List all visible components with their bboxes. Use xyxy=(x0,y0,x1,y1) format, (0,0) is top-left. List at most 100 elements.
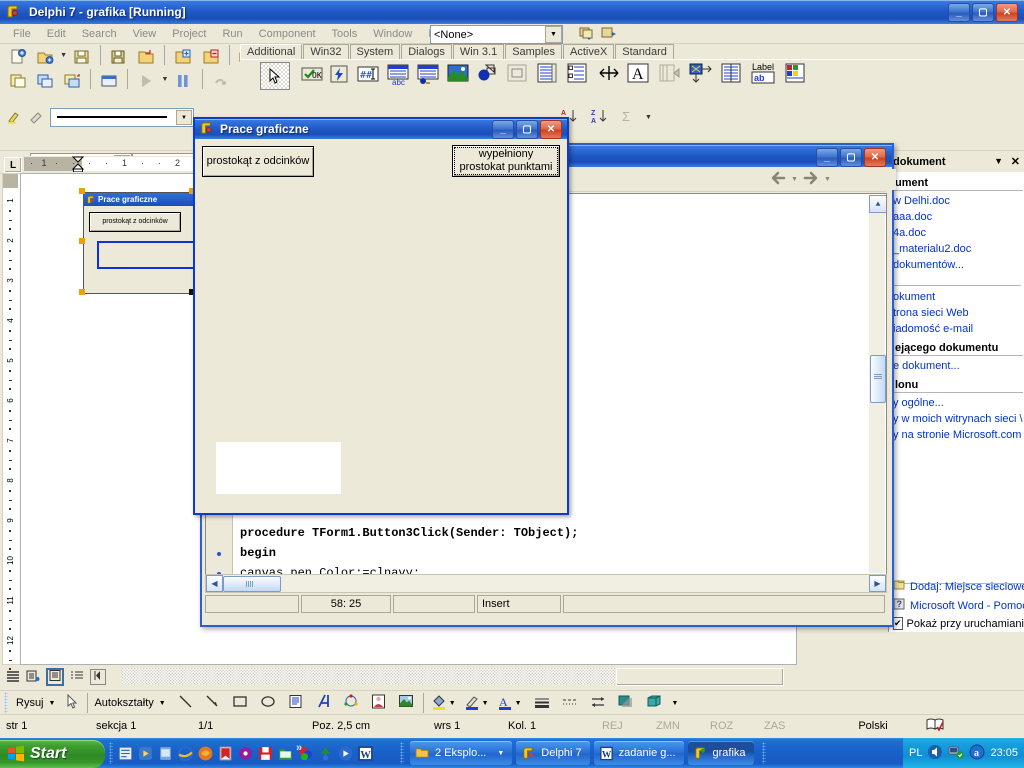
print-layout-view-icon[interactable] xyxy=(46,668,64,686)
shadow-style-icon[interactable] xyxy=(618,694,634,712)
back-arrow-icon[interactable] xyxy=(770,171,786,188)
template-item-link[interactable]: y na stronie Microsoft.com xyxy=(889,427,1024,443)
recent-document-link[interactable]: aaa.doc xyxy=(889,209,1024,225)
palette-tab-additional[interactable]: Additional xyxy=(240,44,303,59)
chevron-down-icon[interactable]: ▼ xyxy=(449,700,456,707)
chevron-down-icon[interactable]: ▼ xyxy=(824,176,831,183)
diagram-icon[interactable] xyxy=(343,694,359,712)
textbox-icon[interactable] xyxy=(288,694,303,712)
network-icon[interactable] xyxy=(948,744,965,763)
border-style-combo[interactable]: ▼ xyxy=(50,108,194,127)
palette-tab-standard[interactable]: Standard xyxy=(615,44,674,59)
menu-component[interactable]: Component xyxy=(251,26,324,42)
menu-tools[interactable]: Tools xyxy=(324,26,366,42)
menu-edit[interactable]: Edit xyxy=(39,26,74,42)
floppy-icon[interactable] xyxy=(257,745,274,762)
menu-view[interactable]: View xyxy=(125,26,165,42)
menu-search[interactable]: Search xyxy=(74,26,125,42)
status-zas[interactable]: ZAS xyxy=(758,720,826,732)
new-icon[interactable] xyxy=(6,45,30,68)
outlook-icon[interactable] xyxy=(157,745,174,762)
add-to-project-icon[interactable] xyxy=(171,45,195,68)
menu-run[interactable]: Run xyxy=(214,26,250,42)
speedbutton-icon[interactable] xyxy=(328,63,350,88)
select-objects-icon[interactable] xyxy=(66,693,79,712)
windows-media-icon[interactable] xyxy=(137,745,154,762)
chevron-down-icon[interactable]: ▼ xyxy=(791,176,798,183)
winamp-icon[interactable] xyxy=(317,745,334,762)
recent-document-link[interactable]: w Delhi.doc xyxy=(889,193,1024,209)
save-all-icon[interactable] xyxy=(107,45,131,68)
close-icon[interactable]: ✕ xyxy=(540,120,562,139)
taskbar-button[interactable]: Delphi 7 xyxy=(516,741,590,765)
chevron-down-icon[interactable]: ▼ xyxy=(545,26,562,43)
applicationevents-icon[interactable] xyxy=(688,62,714,87)
chevron-down-icon[interactable]: ▼ xyxy=(515,700,522,707)
maskedit-icon[interactable]: ## xyxy=(356,63,380,88)
menu-file[interactable]: File xyxy=(5,26,39,42)
trace-into-icon[interactable] xyxy=(209,69,233,92)
delphi-window-controls[interactable]: _ ▢ ✕ xyxy=(948,3,1020,22)
toggle-form-unit-icon[interactable] xyxy=(33,69,57,92)
chevron-down-icon[interactable]: ▼ xyxy=(994,156,1003,166)
view-unit-icon[interactable] xyxy=(60,69,84,92)
show-at-startup-checkbox[interactable]: ✔ xyxy=(893,617,903,630)
splitter-icon[interactable] xyxy=(598,64,620,85)
taskbar-button[interactable]: grafika xyxy=(687,741,754,765)
clock[interactable]: 23:05 xyxy=(990,747,1018,759)
template-item-link[interactable]: y ogólne... xyxy=(889,395,1024,411)
scrollbox-icon[interactable] xyxy=(536,62,558,87)
recent-document-link[interactable]: dokumentów... xyxy=(889,257,1024,273)
palette-tab-win-3-1[interactable]: Win 3.1 xyxy=(452,44,505,59)
word-icon[interactable]: W xyxy=(357,745,374,762)
pause-icon[interactable] xyxy=(171,69,195,92)
code-hscrollbar[interactable]: ◀ ▶ xyxy=(205,574,887,593)
taskbar-button[interactable]: Wzadanie g... xyxy=(593,741,684,765)
taskbar-button[interactable]: 2 Eksplo... ▼ xyxy=(410,741,513,765)
save-icon[interactable] xyxy=(70,45,94,68)
menu-window[interactable]: Window xyxy=(365,26,420,42)
show-desktop-icon[interactable] xyxy=(117,745,134,762)
labelededit-icon[interactable]: Label ab xyxy=(750,61,778,88)
rectangle-icon[interactable] xyxy=(232,694,248,712)
arrow-icon[interactable] xyxy=(205,694,220,712)
run-icon[interactable] xyxy=(134,69,158,92)
scroll-left-icon[interactable]: ◀ xyxy=(206,575,223,592)
outline-view-icon[interactable] xyxy=(70,670,84,685)
view-form-button[interactable] xyxy=(600,25,618,44)
language-indicator[interactable]: PL xyxy=(909,747,922,759)
spellcheck-icon[interactable] xyxy=(920,717,950,735)
browse-prev-icon[interactable] xyxy=(90,669,106,685)
maximize-icon[interactable]: ▢ xyxy=(840,148,862,167)
code-vscrollbar[interactable]: ▲ xyxy=(869,195,886,573)
start-button[interactable]: Start xyxy=(0,739,105,768)
maximize-icon[interactable]: ▢ xyxy=(516,120,538,139)
autosum-icon[interactable]: Σ xyxy=(622,109,630,124)
palette-tab-samples[interactable]: Samples xyxy=(505,44,562,59)
view-form-icon[interactable] xyxy=(97,69,121,92)
sort-desc-icon[interactable]: ZA xyxy=(590,107,610,128)
colorbox-icon[interactable] xyxy=(784,62,806,87)
drawgrid-icon[interactable] xyxy=(416,62,440,89)
statictext-icon[interactable]: A xyxy=(626,62,650,87)
status-rej[interactable]: REJ xyxy=(596,720,650,732)
shape-icon[interactable] xyxy=(476,63,498,86)
checklistbox-icon[interactable] xyxy=(566,62,588,87)
dash-style-icon[interactable] xyxy=(562,695,578,712)
recent-document-link[interactable]: _materialu2.doc xyxy=(889,241,1024,257)
status-language[interactable]: Polski xyxy=(826,720,920,732)
hscroll-thumb[interactable] xyxy=(616,668,784,686)
existing-item-link[interactable]: e dokument... xyxy=(889,358,1024,374)
acrobat-icon[interactable] xyxy=(217,745,234,762)
pointer-icon[interactable] xyxy=(260,62,290,90)
new-item-link[interactable]: iadomość e-mail xyxy=(889,321,1024,337)
firefox-icon[interactable] xyxy=(197,745,214,762)
scroll-up-icon[interactable]: ▲ xyxy=(869,195,886,213)
quicklaunch-more-icon[interactable]: » xyxy=(296,742,302,754)
chevron-down-icon[interactable]: ▼ xyxy=(159,700,166,707)
close-icon[interactable]: ✕ xyxy=(864,148,886,167)
line-color-icon[interactable] xyxy=(464,694,480,713)
eraser-icon[interactable] xyxy=(28,109,44,128)
chevron-down-icon[interactable]: ▼ xyxy=(497,750,504,757)
tab-selector-button[interactable]: L xyxy=(4,157,22,173)
